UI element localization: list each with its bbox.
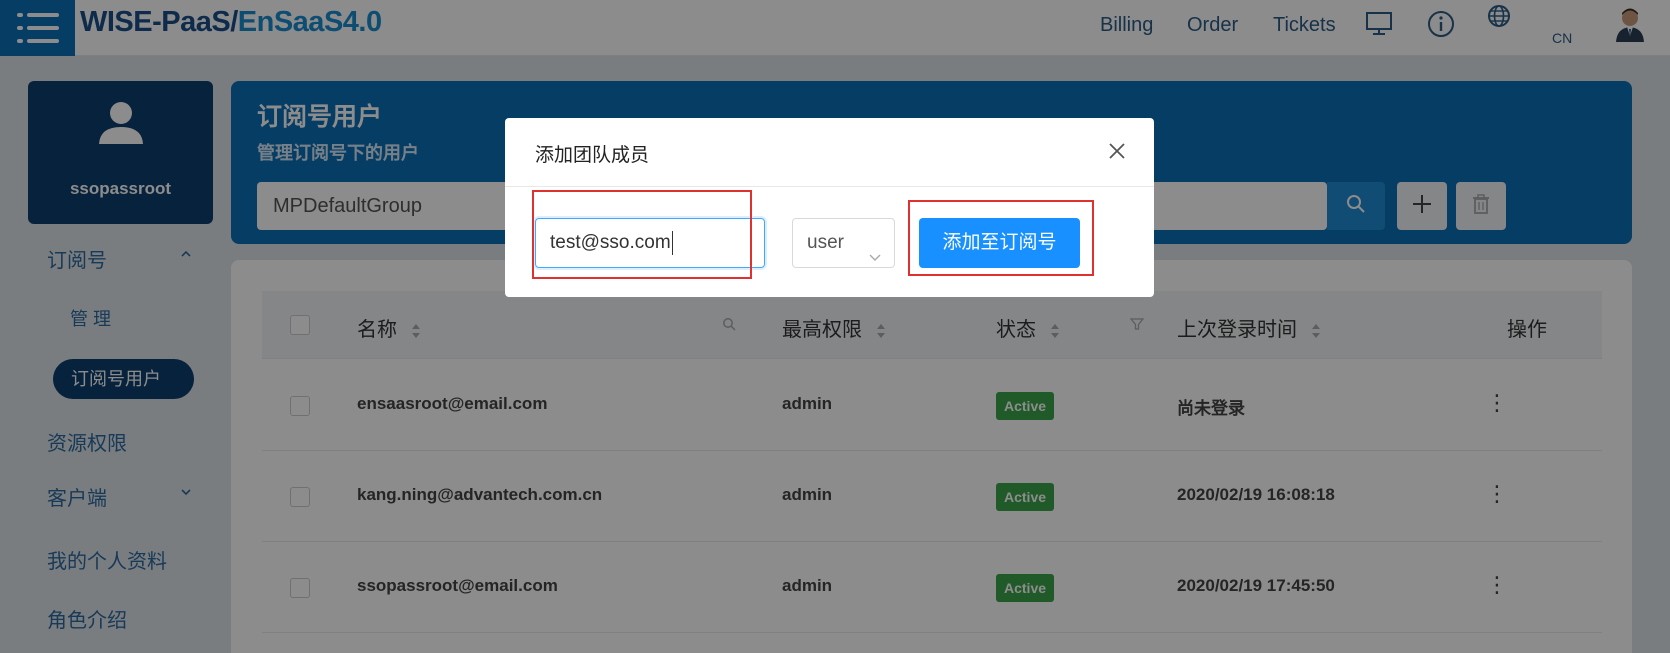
role-select-value: user (807, 232, 844, 253)
highlight-box-add-button (908, 200, 1094, 276)
modal-title: 添加团队成员 (535, 145, 650, 166)
chevron-down-icon (868, 234, 882, 282)
highlight-box-email (532, 190, 752, 279)
modal-divider (505, 186, 1154, 187)
role-select[interactable]: user (792, 218, 895, 268)
modal-backdrop[interactable] (0, 0, 1670, 653)
close-icon[interactable] (1106, 140, 1130, 164)
